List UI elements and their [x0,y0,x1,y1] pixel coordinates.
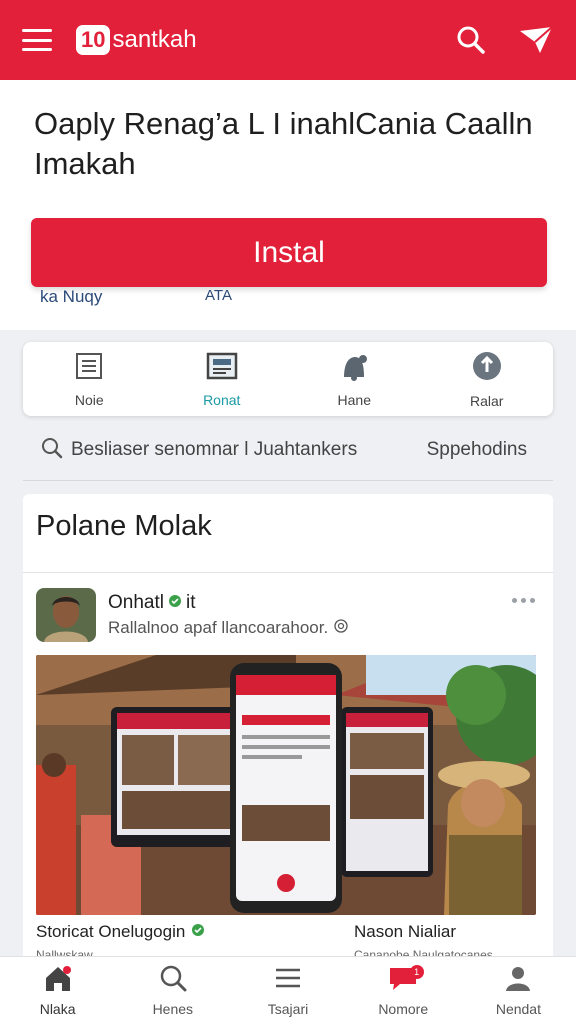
search-icon [158,964,188,997]
quick-action-label: Ronat [203,391,241,408]
avatar[interactable] [36,588,96,642]
quick-action-label: Hane [337,391,371,408]
poster-name-text: Onhatl [108,592,164,613]
nav-item-menu[interactable]: Tsajari [230,957,345,1024]
promo-sub-right: ATA [205,287,232,304]
logo-text: santkah [112,26,197,53]
globe-icon [334,618,348,638]
caption-left[interactable]: Storicat Onelugogin [36,922,205,942]
caption-right[interactable]: Nason Nialiar [354,922,456,942]
quick-action-bell[interactable]: Hane [288,342,421,416]
nav-label: Henes [152,1001,194,1017]
app-logo[interactable]: 10 santkah [76,25,197,55]
more-options-icon[interactable] [512,598,535,603]
nav-label: Tsajari [267,1001,309,1017]
bell-icon [338,351,370,386]
quick-action-note[interactable]: Noie [23,342,156,416]
search-row[interactable]: Besliaser senomnar l Juahtankers Sppehod… [23,430,553,470]
nav-item-profile[interactable]: Nendat [461,957,576,1024]
menu-lines-icon [273,964,303,997]
news-icon [206,351,238,386]
nav-item-messages[interactable]: 1 Nomore [346,957,461,1024]
nav-label: Nlaka [39,1001,76,1017]
quick-action-label: Ralar [470,392,504,409]
quick-action-label: Noie [74,391,104,408]
card-title: Polane Molak [36,510,212,542]
send-plane-icon[interactable] [518,25,554,55]
logo-badge: 10 [76,25,111,55]
poster-subtitle: Rallalnoo apaf llancoarahoor. [108,618,348,638]
verified-icon [191,922,205,942]
poster-name[interactable]: Onhatl it [108,592,195,614]
nav-label: Nendat [495,1001,541,1017]
install-button[interactable]: Instal [31,218,547,287]
app-header: 10 santkah [0,0,576,80]
nav-item-search[interactable]: Henes [115,957,230,1024]
list-icon [74,351,104,386]
hamburger-menu-icon[interactable] [22,29,52,51]
search-right-link[interactable]: Sppehodins [427,439,527,461]
home-icon [43,964,73,997]
quick-action-news[interactable]: Ronat [156,342,289,416]
profile-icon [503,964,533,997]
info-icon [471,350,503,387]
feed-card: Polane Molak Onhatl it Rallalnoo apaf ll… [23,494,553,964]
search-text: Besliaser senomnar l Juahtankers [71,439,358,460]
notification-badge: 1 [409,965,424,979]
quick-action-info[interactable]: Ralar [421,342,554,416]
section-divider [23,480,553,481]
nav-item-home[interactable]: Nlaka [0,957,115,1024]
bottom-navigation: Nlaka Henes Tsajari 1 Nomore Nendat [0,956,576,1024]
search-icon[interactable] [456,25,486,55]
search-icon [41,437,63,464]
promo-title: Oaply Renag’a L I inahlCania Caalln Imak… [34,106,533,181]
nav-label: Nomore [378,1001,429,1017]
promo-sub-left: ka Nuqy [40,287,103,306]
poster-sub-text: Rallalnoo apaf llancoarahoor. [108,618,329,637]
card-divider [23,572,553,573]
verified-icon [168,592,182,614]
install-promo: Oaply Renag’a L I inahlCania Caalln Imak… [0,80,576,330]
caption-left-text: Storicat Onelugogin [36,922,186,941]
post-image[interactable] [36,655,536,915]
poster-name-suffix: it [185,592,196,613]
quick-actions-bar: Noie Ronat Hane Ralar [23,342,553,416]
